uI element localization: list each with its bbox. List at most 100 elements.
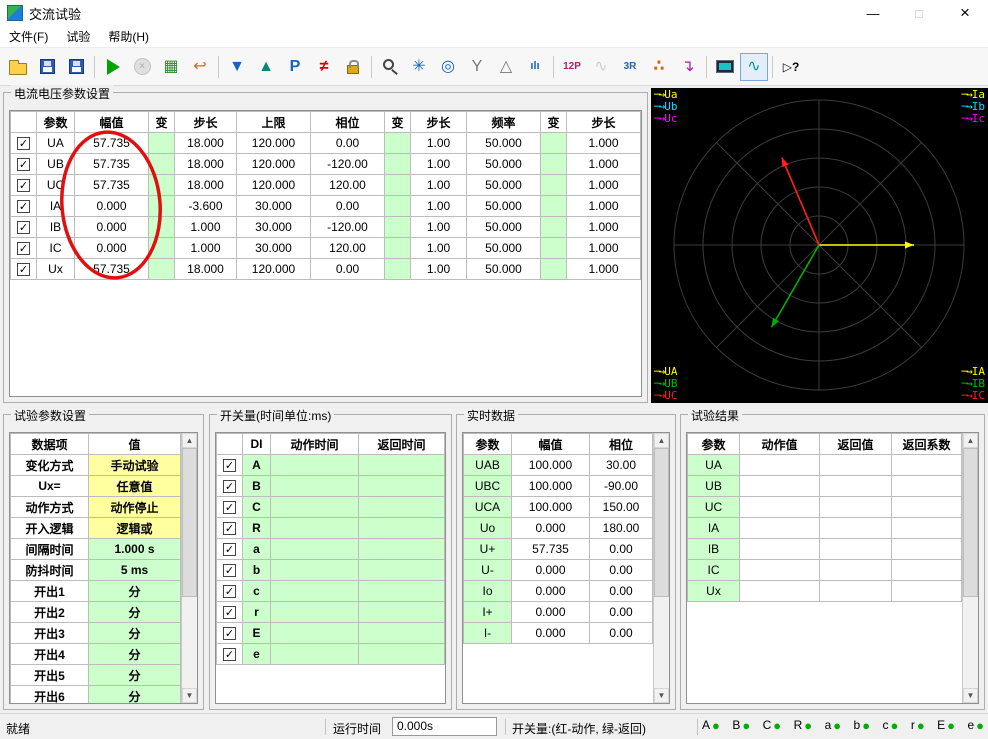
phase-cell[interactable]: -120.00 [311,217,385,238]
value-cell[interactable]: 任意值 [89,476,181,497]
vary-cell[interactable] [385,154,411,175]
wye-connection-button[interactable]: Y [463,53,491,81]
checkbox[interactable]: ✓ [17,158,30,171]
checkbox[interactable]: ✓ [223,459,236,472]
phase-cell[interactable]: 0.00 [311,259,385,280]
monitor-button[interactable] [711,53,739,81]
vary-cell[interactable] [385,196,411,217]
phase-step-cell[interactable]: 1.00 [411,154,467,175]
scroll-track[interactable] [654,448,669,688]
freq-step-cell[interactable]: 1.000 [567,133,641,154]
amplitude-cell[interactable]: 57.735 [75,175,149,196]
frequency-cell[interactable]: 50.000 [467,133,541,154]
vary-cell[interactable] [149,238,175,259]
vary-cell[interactable] [541,196,567,217]
frequency-cell[interactable]: 50.000 [467,196,541,217]
value-cell[interactable]: 动作停止 [89,497,181,518]
sequence-button[interactable]: ↴ [674,53,702,81]
upper-limit-cell[interactable]: 120.000 [237,133,311,154]
amplitude-cell[interactable]: 57.735 [75,259,149,280]
frequency-cell[interactable]: 50.000 [467,259,541,280]
step-cell[interactable]: 1.000 [175,238,237,259]
target-button[interactable]: ◎ [434,53,462,81]
menu-item-2[interactable]: 试验 [57,26,99,47]
phase-step-cell[interactable]: 1.00 [411,133,467,154]
checkbox[interactable]: ✓ [223,522,236,535]
run-button[interactable] [99,53,127,81]
test-params-scrollbar[interactable]: ▲ ▼ [181,433,197,703]
upper-limit-cell[interactable]: 120.000 [237,154,311,175]
vary-cell[interactable] [149,259,175,280]
checkbox[interactable]: ✓ [223,543,236,556]
checkbox[interactable]: ✓ [17,200,30,213]
harmonics-button[interactable]: ılı [521,53,549,81]
vary-cell[interactable] [541,238,567,259]
value-cell[interactable]: 手动试验 [89,455,181,476]
lock-button[interactable] [339,53,367,81]
context-help-button[interactable]: ▷? [777,53,805,81]
delta-connection-button[interactable]: △ [492,53,520,81]
frequency-cell[interactable]: 50.000 [467,154,541,175]
value-cell[interactable]: 分 [89,644,181,665]
vary-cell[interactable] [385,259,411,280]
vary-cell[interactable] [385,217,411,238]
results-scrollbar[interactable]: ▲ ▼ [962,433,978,703]
upper-limit-cell[interactable]: 30.000 [237,217,311,238]
realtime-scrollbar[interactable]: ▲ ▼ [653,433,669,703]
freq-step-cell[interactable]: 1.000 [567,238,641,259]
vary-cell[interactable] [541,217,567,238]
step-cell[interactable]: -3.600 [175,196,237,217]
save-button[interactable] [33,53,61,81]
phase-cell[interactable]: 120.00 [311,175,385,196]
vary-cell[interactable] [385,238,411,259]
phase-step-cell[interactable]: 1.00 [411,217,467,238]
vary-cell[interactable] [541,154,567,175]
value-cell[interactable]: 分 [89,602,181,623]
freq-step-cell[interactable]: 1.000 [567,217,641,238]
value-cell[interactable]: 分 [89,581,181,602]
amplitude-cell[interactable]: 0.000 [75,217,149,238]
checkbox[interactable]: ✓ [223,648,236,661]
vary-cell[interactable] [149,217,175,238]
checkbox[interactable]: ✓ [223,480,236,493]
value-cell[interactable]: 分 [89,686,181,705]
frequency-cell[interactable]: 50.000 [467,175,541,196]
waveform-button[interactable]: ∿ [740,53,768,81]
test-12p-button[interactable]: 12P [558,53,586,81]
upper-limit-cell[interactable]: 120.000 [237,175,311,196]
checkbox[interactable]: ✓ [17,221,30,234]
step-cell[interactable]: 18.000 [175,133,237,154]
frequency-cell[interactable]: 50.000 [467,217,541,238]
scroll-down-button[interactable]: ▼ [182,688,197,703]
menu-item-3[interactable]: 帮助(H) [99,26,158,47]
vary-cell[interactable] [385,133,411,154]
value-cell[interactable]: 分 [89,623,181,644]
vary-cell[interactable] [541,175,567,196]
zoom-button[interactable] [376,53,404,81]
upper-limit-cell[interactable]: 30.000 [237,196,311,217]
upper-limit-cell[interactable]: 30.000 [237,238,311,259]
scroll-track[interactable] [963,448,978,688]
flash-button[interactable]: ✳ [405,53,433,81]
phase-step-cell[interactable]: 1.00 [411,196,467,217]
scroll-up-button[interactable]: ▲ [963,433,978,448]
scroll-down-button[interactable]: ▼ [654,688,669,703]
scroll-up-button[interactable]: ▲ [182,433,197,448]
phase-cell[interactable]: 0.00 [311,196,385,217]
test-3r-button[interactable]: 3R [616,53,644,81]
checkbox[interactable]: ✓ [17,179,30,192]
vector-dots-button[interactable]: ∴ [645,53,673,81]
freq-step-cell[interactable]: 1.000 [567,154,641,175]
step-cell[interactable]: 18.000 [175,259,237,280]
vary-cell[interactable] [149,196,175,217]
scroll-thumb[interactable] [654,448,669,597]
amplitude-cell[interactable]: 57.735 [75,154,149,175]
checkbox[interactable]: ✓ [223,606,236,619]
checkbox[interactable]: ✓ [223,585,236,598]
vary-cell[interactable] [541,133,567,154]
phase-cell[interactable]: -120.00 [311,154,385,175]
checkbox[interactable]: ✓ [17,137,30,150]
value-cell[interactable]: 分 [89,665,181,686]
maximize-button[interactable]: □ [896,0,942,26]
phase-cell[interactable]: 0.00 [311,133,385,154]
